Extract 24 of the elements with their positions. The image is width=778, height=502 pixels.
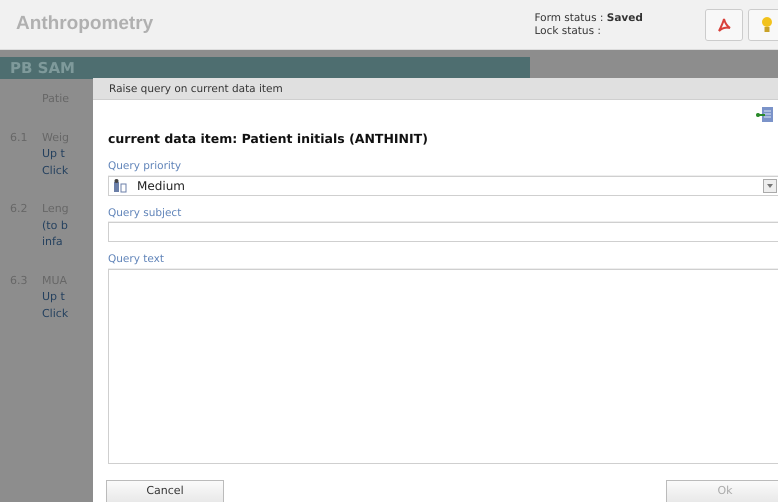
page-title: Anthropometry (16, 12, 154, 36)
priority-icon (113, 178, 127, 192)
query-text-field[interactable] (108, 269, 778, 464)
item-hint: (to b (42, 218, 69, 234)
subject-field[interactable] (108, 222, 778, 242)
item-hint: Up t (42, 289, 66, 305)
form-status-label: Form status : (534, 12, 604, 24)
dialog-heading: current data item: Patient initials (ANTHINIT) (108, 130, 429, 148)
dropdown-button[interactable] (763, 178, 777, 192)
dialog-title: Raise query on current data item (93, 78, 778, 100)
caret-icon (767, 184, 773, 188)
pdf-icon (716, 16, 732, 32)
hint-button[interactable] (748, 8, 778, 40)
cancel-button[interactable]: Cancel (106, 480, 224, 502)
document-arrow-icon[interactable] (756, 106, 774, 124)
item-hint: Click (42, 306, 68, 322)
item-hint: infa (42, 234, 64, 250)
lightbulb-icon (761, 16, 773, 34)
item-hint: Click (42, 162, 70, 178)
form-status-value: Saved (606, 12, 643, 24)
pdf-button[interactable] (704, 8, 742, 40)
lock-status-label: Lock status : (534, 24, 602, 38)
priority-select[interactable]: Medium (108, 176, 778, 196)
item-hint: Up t (42, 146, 66, 162)
